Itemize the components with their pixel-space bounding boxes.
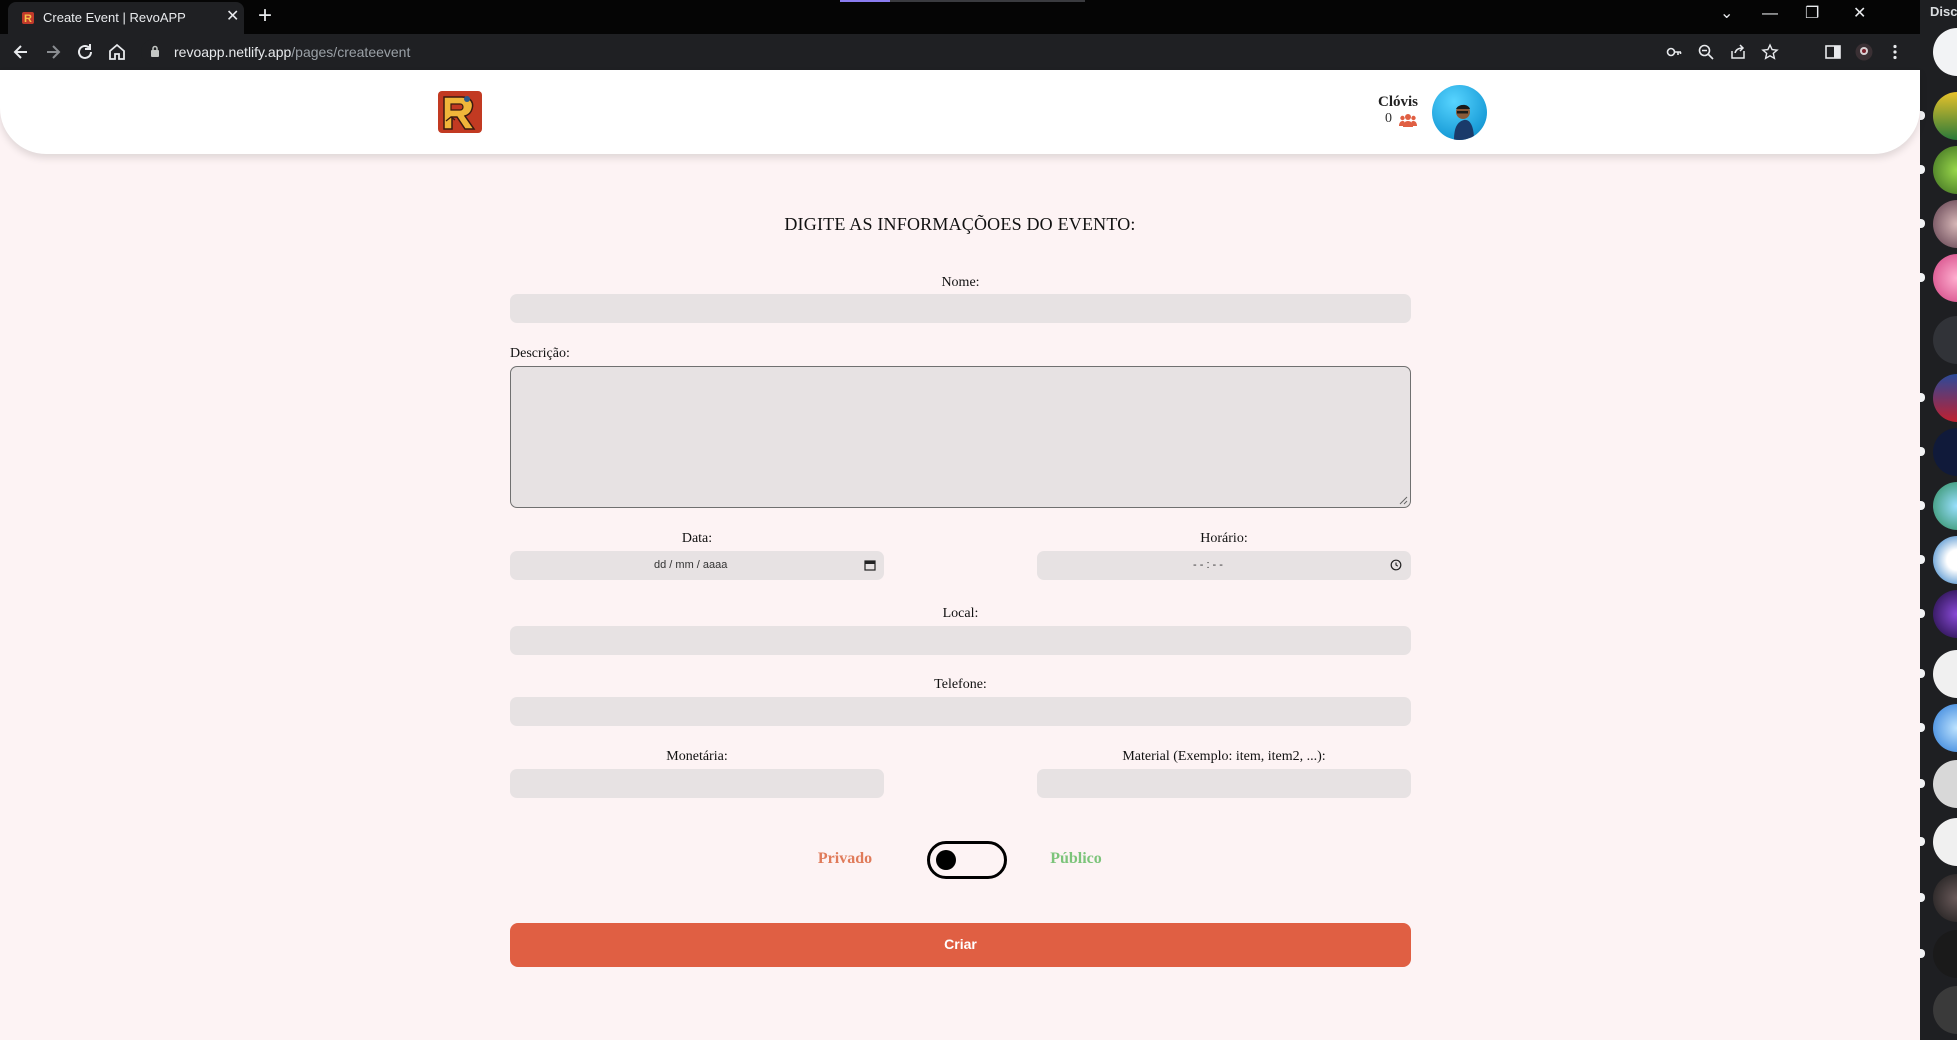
server-icon[interactable]: [1933, 704, 1957, 752]
unread-indicator: [1920, 609, 1925, 618]
tabstrip-indicator: [840, 0, 1085, 2]
publico-label: Público: [1050, 850, 1102, 867]
horario-input[interactable]: - - : - -: [1037, 551, 1411, 580]
svg-text:R: R: [24, 13, 32, 25]
unread-indicator: [1920, 837, 1925, 846]
criar-button[interactable]: Criar: [510, 923, 1411, 967]
data-input[interactable]: dd / mm / aaaa: [510, 551, 884, 580]
url-text[interactable]: revoapp.netlify.app/pages/createevent: [174, 44, 410, 60]
server-icon[interactable]: [1933, 818, 1957, 866]
unread-indicator: [1920, 669, 1925, 678]
share-icon[interactable]: [1729, 43, 1747, 61]
server-icon[interactable]: [1933, 874, 1957, 922]
server-icon[interactable]: [1933, 374, 1957, 422]
new-tab-button[interactable]: +: [258, 4, 272, 28]
server-icon[interactable]: [1933, 930, 1957, 978]
resize-grip-icon[interactable]: [1399, 496, 1408, 505]
nome-label: Nome:: [941, 275, 980, 290]
discord-home-icon[interactable]: [1933, 28, 1957, 76]
server-icon[interactable]: [1933, 482, 1957, 530]
unread-indicator: [1920, 219, 1925, 228]
unread-indicator: [1920, 949, 1925, 958]
server-icon[interactable]: [1933, 428, 1957, 476]
unread-indicator: [1920, 501, 1925, 510]
local-input[interactable]: [510, 626, 1411, 655]
unread-indicator: [1920, 779, 1925, 788]
server-icon[interactable]: [1933, 986, 1957, 1034]
unread-indicator: [1920, 555, 1925, 564]
friends-icon[interactable]: [1399, 113, 1417, 127]
horario-label: Horário:: [1200, 531, 1248, 546]
page-content: Clóvis 0 DIGITE AS INFORMAÇÕOES DO EVENT…: [0, 70, 1920, 1040]
telefone-input[interactable]: [510, 697, 1411, 726]
browser-tab[interactable]: R Create Event | RevoAPP ✕: [8, 2, 244, 34]
unread-indicator: [1920, 273, 1925, 282]
server-icon[interactable]: [1933, 760, 1957, 808]
unread-indicator: [1920, 723, 1925, 732]
browser-toolbar: revoapp.netlify.app/pages/createevent: [0, 34, 1920, 70]
server-icon[interactable]: [1933, 254, 1957, 302]
server-folder-icon[interactable]: [1933, 316, 1957, 364]
unread-indicator: [1920, 393, 1925, 402]
user-name: Clóvis: [1377, 94, 1418, 110]
back-arrow-icon[interactable]: [10, 41, 32, 63]
revoapp-favicon-icon: R: [22, 12, 34, 25]
server-icon[interactable]: [1933, 200, 1957, 248]
zoom-icon[interactable]: [1697, 43, 1715, 61]
bookmark-star-icon[interactable]: [1761, 43, 1779, 61]
revoapp-logo-icon[interactable]: [437, 89, 483, 135]
unread-indicator: [1920, 111, 1925, 120]
descricao-textarea[interactable]: [510, 366, 1411, 508]
privacy-toggle[interactable]: [927, 841, 1007, 879]
user-photo-icon: [1454, 104, 1474, 140]
user-count: 0: [1385, 111, 1392, 126]
side-panel-icon[interactable]: [1824, 43, 1842, 61]
key-icon[interactable]: [1665, 43, 1683, 61]
data-label: Data:: [681, 531, 713, 546]
form-title: DIGITE AS INFORMAÇÕOES DO EVENTO:: [784, 214, 1136, 234]
home-icon[interactable]: [106, 41, 128, 63]
minimize-button[interactable]: —: [1762, 4, 1778, 24]
tab-close-icon[interactable]: ✕: [226, 8, 239, 26]
user-avatar[interactable]: [1432, 85, 1487, 140]
restore-button[interactable]: ❐: [1805, 4, 1819, 24]
profile-icon[interactable]: [1855, 43, 1873, 61]
privado-label: Privado: [817, 850, 873, 867]
material-label: Material (Exemplo: item, item2, ...):: [1122, 749, 1326, 764]
unread-indicator: [1920, 447, 1925, 456]
local-label: Local:: [942, 606, 979, 621]
server-icon[interactable]: [1933, 536, 1957, 584]
tab-search-icon[interactable]: ⌄: [1720, 4, 1733, 24]
lock-icon[interactable]: [150, 45, 160, 58]
browser-titlebar: R Create Event | RevoAPP ✕ + ⌄ — ❐ ✕: [0, 0, 1920, 34]
telefone-label: Telefone:: [934, 677, 987, 692]
monetaria-label: Monetária:: [666, 749, 728, 764]
descricao-label: Descrição:: [510, 346, 570, 361]
clock-icon[interactable]: [1390, 559, 1402, 571]
server-icon[interactable]: [1933, 590, 1957, 638]
material-input[interactable]: [1037, 769, 1411, 798]
close-window-button[interactable]: ✕: [1853, 4, 1866, 24]
unread-indicator: [1920, 893, 1925, 902]
tab-title: Create Event | RevoAPP: [43, 10, 186, 25]
address-bar[interactable]: revoapp.netlify.app/pages/createevent: [141, 39, 1841, 65]
server-icon[interactable]: [1933, 92, 1957, 140]
nome-input[interactable]: [510, 294, 1411, 323]
unread-indicator: [1920, 165, 1925, 174]
data-placeholder: dd / mm / aaaa: [654, 559, 728, 571]
criar-button-label: Criar: [944, 936, 977, 952]
monetaria-input[interactable]: [510, 769, 884, 798]
calendar-icon[interactable]: [864, 559, 876, 571]
reload-icon[interactable]: [74, 41, 96, 63]
toggle-knob: [936, 850, 956, 870]
horario-placeholder: - - : - -: [1193, 559, 1223, 571]
server-icon[interactable]: [1933, 650, 1957, 698]
more-menu-icon[interactable]: [1886, 43, 1904, 61]
discord-label: Disco: [1930, 4, 1957, 19]
forward-arrow-icon[interactable]: [42, 41, 64, 63]
app-header: Clóvis 0: [0, 70, 1920, 154]
server-icon[interactable]: [1933, 146, 1957, 194]
discord-sidebar: Disco: [1920, 0, 1957, 1040]
